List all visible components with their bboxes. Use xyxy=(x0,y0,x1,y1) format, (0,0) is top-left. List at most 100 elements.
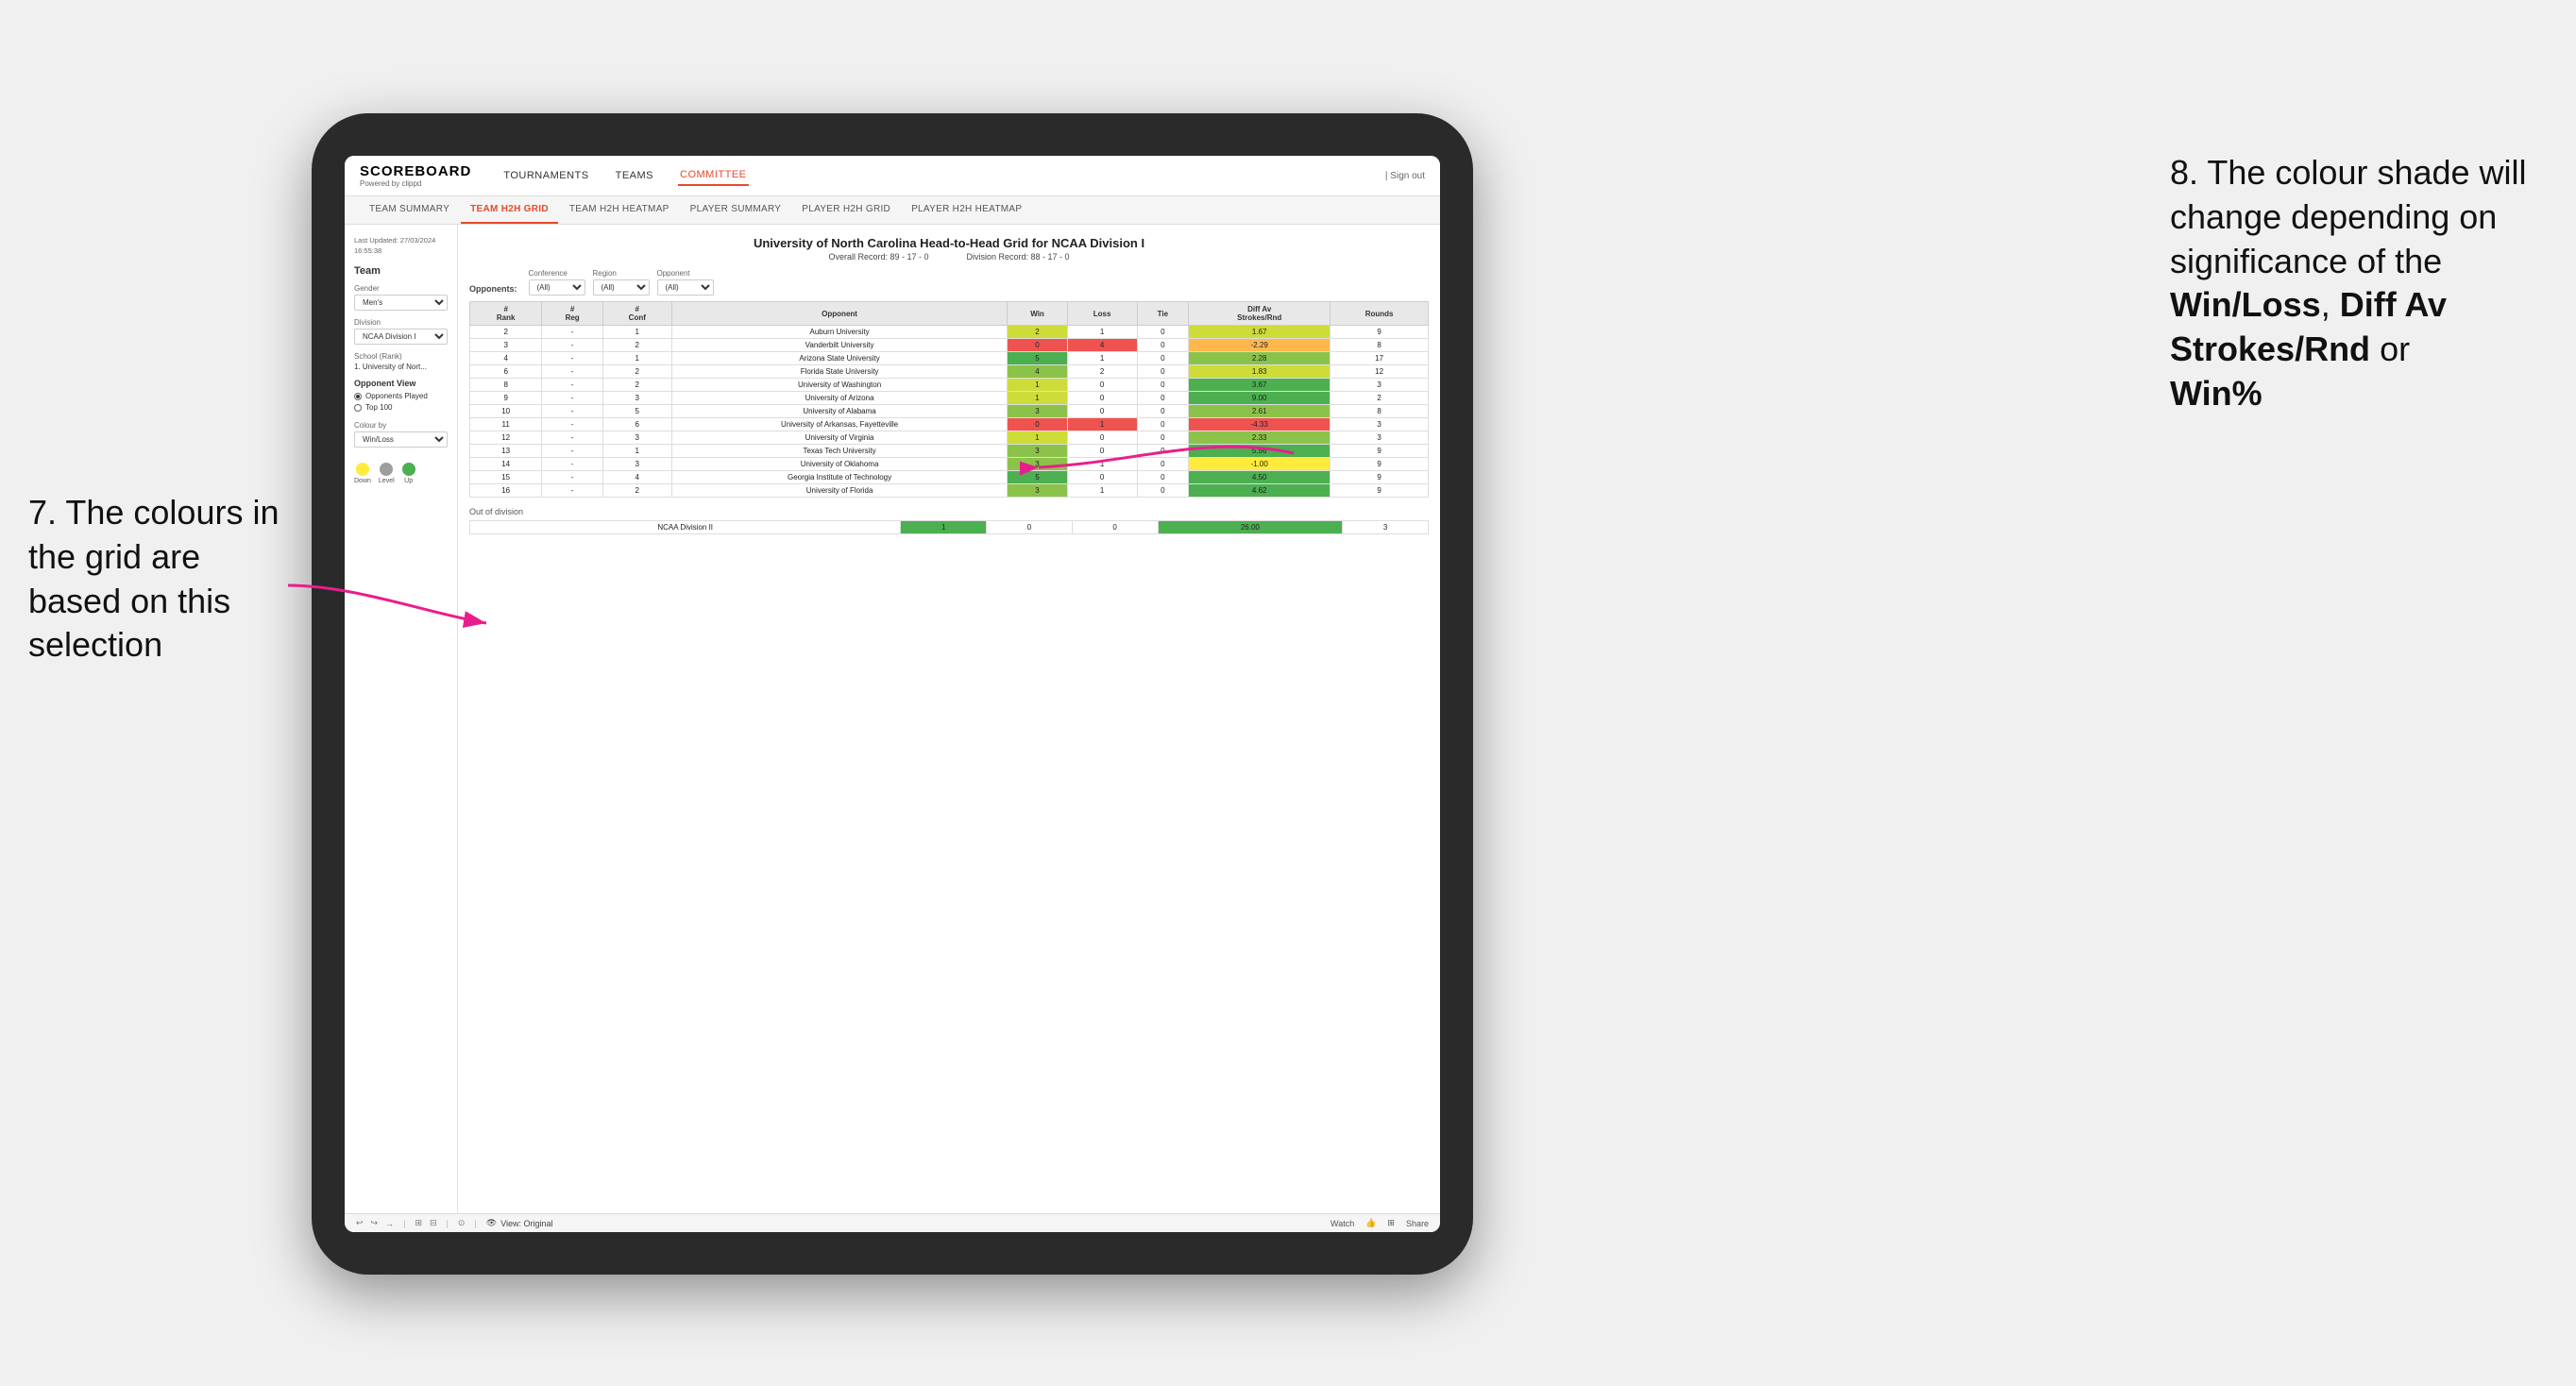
td-rounds: 8 xyxy=(1330,339,1429,352)
subnav-player-h2h-grid[interactable]: PLAYER H2H GRID xyxy=(792,196,900,224)
share-button[interactable]: Share xyxy=(1406,1219,1429,1228)
td-win: 4 xyxy=(1008,365,1067,379)
th-opponent: Opponent xyxy=(671,302,1008,326)
td-opponent: Texas Tech University xyxy=(671,445,1008,458)
subnav-player-h2h-heatmap[interactable]: PLAYER H2H HEATMAP xyxy=(902,196,1031,224)
subnav-team-h2h-heatmap[interactable]: TEAM H2H HEATMAP xyxy=(560,196,679,224)
nav-teams[interactable]: TEAMS xyxy=(614,166,655,185)
region-filter: Region (All) xyxy=(593,269,650,296)
table-row: 9 - 3 University of Arizona 1 0 0 9.00 2 xyxy=(470,392,1429,405)
legend-label-level: Level xyxy=(379,478,395,484)
legend-label-up: Up xyxy=(404,478,413,484)
subnav-player-summary[interactable]: PLAYER SUMMARY xyxy=(681,196,791,224)
out-div-rounds: 3 xyxy=(1343,521,1429,534)
td-rank: 12 xyxy=(470,431,542,445)
view-label: 👁 View: Original xyxy=(486,1218,553,1228)
td-reg: - xyxy=(542,458,603,471)
td-rounds: 3 xyxy=(1330,379,1429,392)
td-reg: - xyxy=(542,326,603,339)
td-opponent: University of Alabama xyxy=(671,405,1008,418)
legend-level: Level xyxy=(379,463,395,484)
grid-icon[interactable]: ⊞ xyxy=(1387,1218,1395,1228)
td-opponent: University of Arizona xyxy=(671,392,1008,405)
td-rounds: 8 xyxy=(1330,405,1429,418)
td-tie: 0 xyxy=(1137,352,1189,365)
td-opponent: Auburn University xyxy=(671,326,1008,339)
app-nav: SCOREBOARD Powered by clippd TOURNAMENTS… xyxy=(345,156,1440,196)
td-diff: 1.83 xyxy=(1189,365,1330,379)
division-select[interactable]: NCAA Division I xyxy=(354,329,448,345)
left-panel: Last Updated: 27/03/2024 16:55:38 Team G… xyxy=(345,225,458,1213)
out-of-div-label: Out of division xyxy=(469,507,1429,516)
region-select[interactable]: (All) xyxy=(593,279,650,296)
redo-icon[interactable]: ↪ xyxy=(371,1218,379,1228)
clock-icon[interactable]: ⊙ xyxy=(458,1218,466,1228)
colour-by-label: Colour by xyxy=(354,421,448,430)
logo-sub: Powered by clippd xyxy=(360,179,471,188)
gender-select[interactable]: Men's xyxy=(354,295,448,311)
td-conf: 3 xyxy=(602,431,671,445)
td-conf: 2 xyxy=(602,484,671,498)
td-win: 1 xyxy=(1008,392,1067,405)
th-tie: Tie xyxy=(1137,302,1189,326)
subnav-team-h2h-grid[interactable]: TEAM H2H GRID xyxy=(461,196,558,224)
td-conf: 2 xyxy=(602,339,671,352)
radio-top100[interactable]: Top 100 xyxy=(354,403,448,412)
legend-label-down: Down xyxy=(354,478,371,484)
nav-tournaments[interactable]: TOURNAMENTS xyxy=(501,166,590,185)
td-loss: 2 xyxy=(1067,365,1137,379)
td-reg: - xyxy=(542,418,603,431)
sep3: | xyxy=(474,1219,476,1228)
legend-up: Up xyxy=(402,463,415,484)
forward-icon[interactable]: → xyxy=(385,1219,394,1228)
out-div-diff: 26.00 xyxy=(1158,521,1343,534)
logo-text: SCOREBOARD xyxy=(360,163,471,179)
conference-select[interactable]: (All) xyxy=(529,279,585,296)
td-rank: 15 xyxy=(470,471,542,484)
subnav-team-summary[interactable]: TEAM SUMMARY xyxy=(360,196,459,224)
td-opponent: Arizona State University xyxy=(671,352,1008,365)
crop-icon[interactable]: ⊞ xyxy=(415,1218,422,1228)
panel-meta: Last Updated: 27/03/2024 16:55:38 xyxy=(354,236,448,256)
td-win: 1 xyxy=(1008,379,1067,392)
annotation-left: 7. The colours in the grid are based on … xyxy=(28,491,293,668)
td-rank: 2 xyxy=(470,326,542,339)
td-rounds: 9 xyxy=(1330,445,1429,458)
td-win: 5 xyxy=(1008,352,1067,365)
td-diff: 1.67 xyxy=(1189,326,1330,339)
table-row: 4 - 1 Arizona State University 5 1 0 2.2… xyxy=(470,352,1429,365)
td-loss: 0 xyxy=(1067,392,1137,405)
table-row: 6 - 2 Florida State University 4 2 0 1.8… xyxy=(470,365,1429,379)
td-reg: - xyxy=(542,352,603,365)
td-loss: 1 xyxy=(1067,326,1137,339)
td-diff: 2.28 xyxy=(1189,352,1330,365)
colour-by-select[interactable]: Win/Loss xyxy=(354,431,448,448)
table-row: 2 - 1 Auburn University 2 1 0 1.67 9 xyxy=(470,326,1429,339)
thumbs-icon[interactable]: 👍 xyxy=(1365,1218,1376,1228)
layout-icon[interactable]: ⊟ xyxy=(430,1218,437,1228)
opponents-filter-label: Opponents: xyxy=(469,284,517,296)
legend-down: Down xyxy=(354,463,371,484)
td-rounds: 17 xyxy=(1330,352,1429,365)
td-loss: 0 xyxy=(1067,379,1137,392)
sign-out[interactable]: | Sign out xyxy=(1385,171,1425,181)
td-rounds: 3 xyxy=(1330,431,1429,445)
td-loss: 4 xyxy=(1067,339,1137,352)
td-opponent: University of Arkansas, Fayetteville xyxy=(671,418,1008,431)
radio-opponents-played[interactable]: Opponents Played xyxy=(354,392,448,400)
td-reg: - xyxy=(542,392,603,405)
opponent-view-title: Opponent View xyxy=(354,379,448,388)
radio-label-opponents: Opponents Played xyxy=(365,392,428,400)
legend: Down Level Up xyxy=(354,463,448,484)
td-reg: - xyxy=(542,484,603,498)
school-label: School (Rank) xyxy=(354,352,448,361)
legend-dot-up xyxy=(402,463,415,476)
grid-title: University of North Carolina Head-to-Hea… xyxy=(469,236,1429,250)
opponent-select[interactable]: (All) xyxy=(657,279,714,296)
undo-icon[interactable]: ↩ xyxy=(356,1218,364,1228)
td-rank: 6 xyxy=(470,365,542,379)
filter-row: Opponents: Conference (All) Region (All) xyxy=(469,269,1429,296)
view-text: View: Original xyxy=(500,1219,552,1228)
nav-committee[interactable]: COMMITTEE xyxy=(678,165,749,186)
watch-button[interactable]: Watch xyxy=(1330,1219,1354,1228)
